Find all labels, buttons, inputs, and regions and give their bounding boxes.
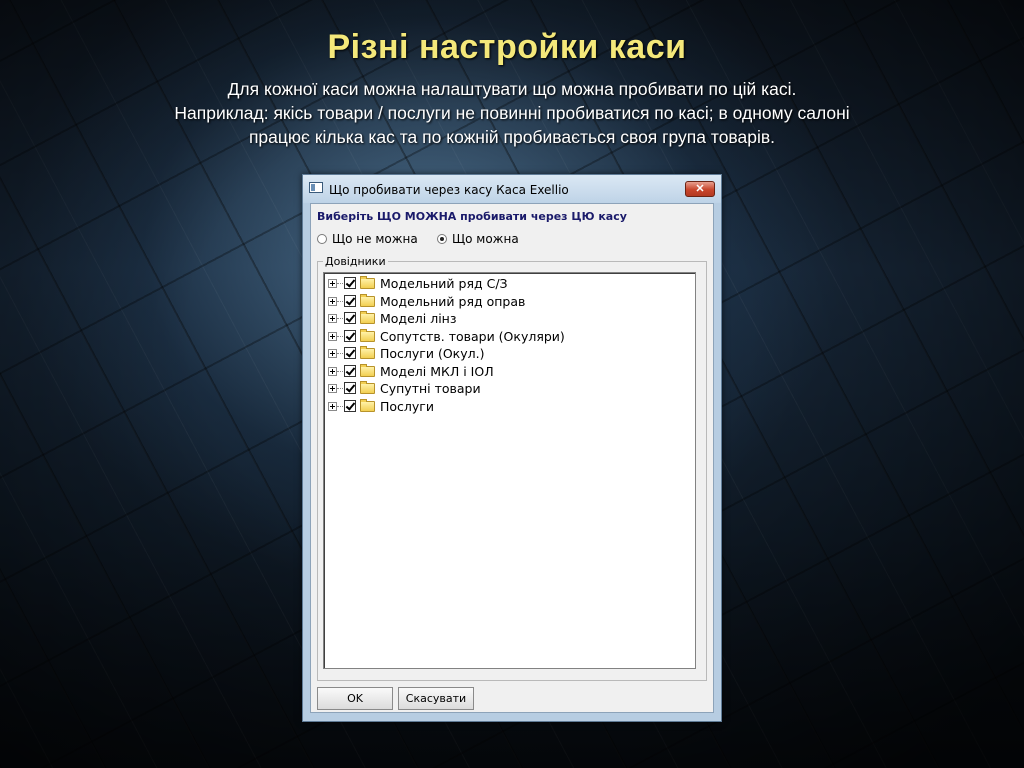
- folder-icon: [360, 363, 375, 377]
- radio-not-allowed[interactable]: Що не можна: [317, 232, 418, 246]
- slide-title: Різні настройки каси: [327, 28, 687, 66]
- radio-circle[interactable]: [317, 234, 327, 244]
- tree-connector: [337, 300, 343, 302]
- folder-icon: [360, 328, 375, 342]
- cash-register-dialog: Що пробивати через касу Каса Exellio ✕ В…: [302, 174, 722, 722]
- window-app-icon: [309, 182, 323, 193]
- checkbox-checked[interactable]: [344, 347, 356, 359]
- subtitle-line: Для кожної каси можна налаштувати що мож…: [227, 79, 797, 99]
- radio-label: Що не можна: [332, 232, 418, 246]
- dialog-titlebar[interactable]: Що пробивати через касу Каса Exellio ✕: [303, 175, 721, 203]
- checkbox-checked[interactable]: [344, 277, 356, 289]
- subtitle-line: працює кілька кас та по кожній пробиваєт…: [248, 127, 776, 147]
- expand-icon[interactable]: [328, 401, 337, 411]
- expand-icon[interactable]: [328, 349, 337, 358]
- expand-icon[interactable]: [328, 279, 337, 288]
- close-button[interactable]: ✕: [685, 181, 715, 197]
- directories-tree[interactable]: Модельний ряд С/З Модельний ряд оправ Мо…: [323, 272, 696, 669]
- radio-label: Що можна: [452, 232, 519, 246]
- folder-icon: [360, 276, 375, 289]
- tree-connector: [337, 353, 343, 354]
- checkbox-checked[interactable]: [344, 312, 356, 324]
- groupbox-label: Довідники: [323, 255, 388, 268]
- tree-connector: [337, 283, 343, 284]
- tree-item-label: Супутні товари: [380, 381, 481, 396]
- folder-icon: [360, 398, 375, 412]
- dialog-heading: Виберіть ЩО МОЖНА пробивати через ЦЮ кас…: [317, 210, 627, 223]
- tree-item-label: Моделі лінз: [380, 311, 457, 326]
- close-icon: ✕: [695, 183, 705, 195]
- checkbox-checked[interactable]: [344, 329, 356, 342]
- dialog-client-area: Виберіть ЩО МОЖНА пробивати через ЦЮ кас…: [310, 203, 714, 713]
- tree-connector: [337, 318, 343, 319]
- tree-item-label: Модельний ряд С/З: [380, 276, 508, 291]
- expand-icon[interactable]: [328, 296, 337, 306]
- tree-item-label: Сопутств. товари (Окуляри): [380, 328, 565, 344]
- tree-item-label: Послуги: [380, 398, 434, 414]
- expand-icon[interactable]: [328, 331, 337, 341]
- dialog-title: Що пробивати через касу Каса Exellio: [329, 183, 569, 197]
- ok-button[interactable]: OK: [317, 687, 393, 710]
- folder-icon: [360, 381, 375, 394]
- tree-item-label: Послуги (Окул.): [380, 346, 485, 361]
- folder-icon: [360, 293, 375, 307]
- radio-circle-selected[interactable]: [437, 234, 447, 244]
- tree-connector: [337, 335, 343, 337]
- tree-item-label: Модельний ряд оправ: [380, 293, 526, 309]
- folder-icon: [360, 346, 375, 359]
- folder-icon: [360, 311, 375, 324]
- checkbox-checked[interactable]: [344, 399, 356, 412]
- checkbox-checked[interactable]: [344, 364, 356, 377]
- expand-icon[interactable]: [328, 314, 337, 323]
- checkbox-checked[interactable]: [344, 382, 356, 394]
- tree-connector: [337, 370, 343, 372]
- slide-subtitle: Для кожної каси можна налаштувати що мож…: [0, 77, 1024, 149]
- tree-connector: [337, 388, 343, 389]
- cancel-button[interactable]: Скасувати: [398, 687, 474, 710]
- expand-icon[interactable]: [328, 366, 337, 376]
- subtitle-line: Наприклад: якісь товари / послуги не пов…: [174, 103, 850, 123]
- radio-allowed[interactable]: Що можна: [437, 232, 519, 246]
- expand-icon[interactable]: [328, 384, 337, 393]
- checkbox-checked[interactable]: [344, 294, 356, 307]
- tree-item-label: Моделі МКЛ і ІОЛ: [380, 363, 494, 379]
- tree-connector: [337, 405, 343, 407]
